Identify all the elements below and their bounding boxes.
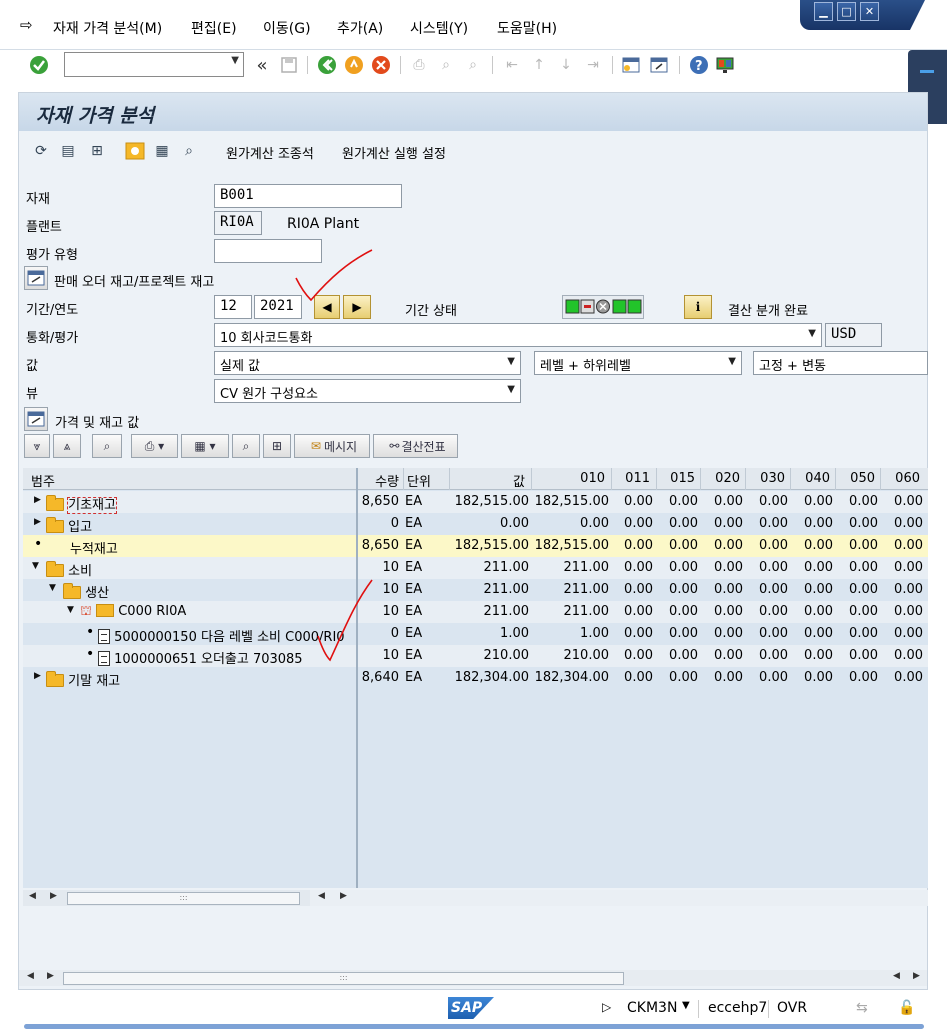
annotation-checkmark xyxy=(295,249,373,302)
annotation-checkmark xyxy=(317,579,373,662)
annotation-marks xyxy=(295,249,373,662)
